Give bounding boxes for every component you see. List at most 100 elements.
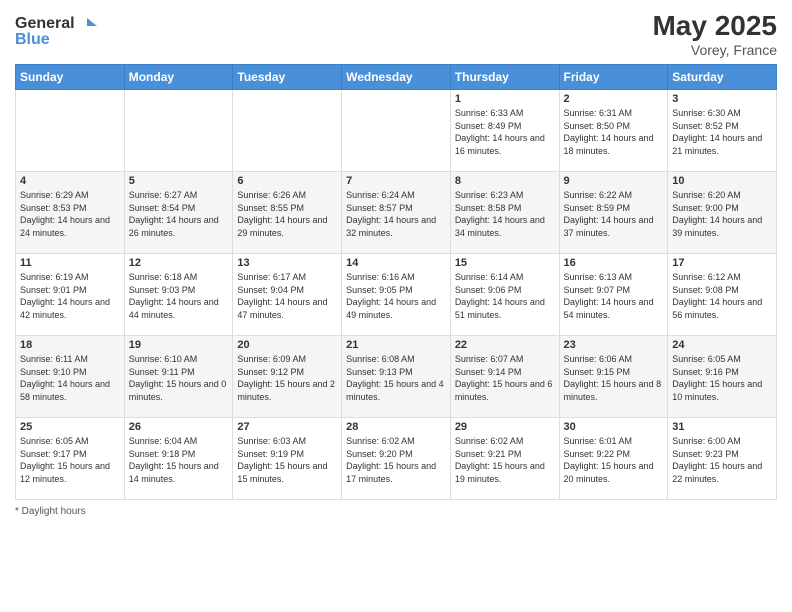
- day-info: Sunrise: 6:11 AM Sunset: 9:10 PM Dayligh…: [20, 353, 120, 403]
- cell-3-1: 19Sunrise: 6:10 AM Sunset: 9:11 PM Dayli…: [124, 336, 233, 418]
- cell-2-6: 17 Sunrise: 6:12 AM Sunset: 9:08 PM Dayli…: [668, 254, 777, 336]
- footer: * Daylight hours: [15, 506, 777, 517]
- day-number: 21: [346, 339, 446, 351]
- day-info: Sunrise: 6:29 AM Sunset: 8:53 PM Dayligh…: [20, 189, 120, 239]
- day-info: Sunrise: 6:24 AM Sunset: 8:57 PM Dayligh…: [346, 189, 446, 239]
- cell-4-5: 30 Sunrise: 6:01 AM Sunset: 9:22 PM Dayli…: [559, 418, 668, 500]
- day-number: 8: [455, 175, 555, 187]
- week-row-3: 11 Sunrise: 6:19 AM Sunset: 9:01 PM Dayli…: [16, 254, 777, 336]
- week-row-4: 18 Sunrise: 6:11 AM Sunset: 9:10 PM Dayli…: [16, 336, 777, 418]
- cell-0-6: 3 Sunrise: 6:30 AM Sunset: 8:52 PM Daylig…: [668, 90, 777, 172]
- col-header-thursday: Thursday: [450, 65, 559, 90]
- cell-1-2: 6 Sunrise: 6:26 AM Sunset: 8:55 PM Daylig…: [233, 172, 342, 254]
- day-number: 3: [672, 93, 772, 105]
- day-info: Sunrise: 6:01 AM Sunset: 9:22 PM Dayligh…: [564, 435, 664, 485]
- cell-4-6: 31 Sunrise: 6:00 AM Sunset: 9:23 PM Dayli…: [668, 418, 777, 500]
- cell-4-4: 29Sunrise: 6:02 AM Sunset: 9:21 PM Dayli…: [450, 418, 559, 500]
- day-number: 13: [237, 257, 337, 269]
- calendar-table: SundayMondayTuesdayWednesdayThursdayFrid…: [15, 64, 777, 500]
- col-header-tuesday: Tuesday: [233, 65, 342, 90]
- week-row-2: 4 Sunrise: 6:29 AM Sunset: 8:53 PM Daylig…: [16, 172, 777, 254]
- day-number: 27: [237, 421, 337, 433]
- svg-text:Blue: Blue: [15, 31, 50, 48]
- day-info: Sunrise: 6:09 AM Sunset: 9:12 PM Dayligh…: [237, 353, 337, 403]
- cell-3-3: 21 Sunrise: 6:08 AM Sunset: 9:13 PM Dayli…: [342, 336, 451, 418]
- day-info: Sunrise: 6:07 AM Sunset: 9:14 PM Dayligh…: [455, 353, 555, 403]
- day-info: Sunrise: 6:02 AM Sunset: 9:20 PM Dayligh…: [346, 435, 446, 485]
- cell-3-6: 24Sunrise: 6:05 AM Sunset: 9:16 PM Dayli…: [668, 336, 777, 418]
- cell-0-0: [16, 90, 125, 172]
- day-number: 23: [564, 339, 664, 351]
- cell-2-2: 13Sunrise: 6:17 AM Sunset: 9:04 PM Dayli…: [233, 254, 342, 336]
- day-info: Sunrise: 6:22 AM Sunset: 8:59 PM Dayligh…: [564, 189, 664, 239]
- cell-4-1: 26Sunrise: 6:04 AM Sunset: 9:18 PM Dayli…: [124, 418, 233, 500]
- cell-0-2: [233, 90, 342, 172]
- day-number: 30: [564, 421, 664, 433]
- cell-3-2: 20 Sunrise: 6:09 AM Sunset: 9:12 PM Dayli…: [233, 336, 342, 418]
- cell-0-1: [124, 90, 233, 172]
- header: General Blue May 2025 Vorey, France: [15, 10, 777, 58]
- cell-0-4: 1 Sunrise: 6:33 AM Sunset: 8:49 PM Daylig…: [450, 90, 559, 172]
- cell-2-0: 11 Sunrise: 6:19 AM Sunset: 9:01 PM Dayli…: [16, 254, 125, 336]
- day-number: 11: [20, 257, 120, 269]
- day-info: Sunrise: 6:23 AM Sunset: 8:58 PM Dayligh…: [455, 189, 555, 239]
- day-info: Sunrise: 6:02 AM Sunset: 9:21 PM Dayligh…: [455, 435, 555, 485]
- col-header-sunday: Sunday: [16, 65, 125, 90]
- day-number: 31: [672, 421, 772, 433]
- cell-2-1: 12Sunrise: 6:18 AM Sunset: 9:03 PM Dayli…: [124, 254, 233, 336]
- cell-1-3: 7 Sunrise: 6:24 AM Sunset: 8:57 PM Daylig…: [342, 172, 451, 254]
- day-number: 7: [346, 175, 446, 187]
- day-number: 4: [20, 175, 120, 187]
- day-info: Sunrise: 6:10 AM Sunset: 9:11 PM Dayligh…: [129, 353, 229, 403]
- day-info: Sunrise: 6:13 AM Sunset: 9:07 PM Dayligh…: [564, 271, 664, 321]
- page: General Blue May 2025 Vorey, France Sund…: [0, 0, 792, 612]
- cell-1-6: 10 Sunrise: 6:20 AM Sunset: 9:00 PM Dayli…: [668, 172, 777, 254]
- col-header-wednesday: Wednesday: [342, 65, 451, 90]
- logo-svg: General Blue: [15, 10, 105, 50]
- day-info: Sunrise: 6:08 AM Sunset: 9:13 PM Dayligh…: [346, 353, 446, 403]
- day-number: 28: [346, 421, 446, 433]
- day-info: Sunrise: 6:00 AM Sunset: 9:23 PM Dayligh…: [672, 435, 772, 485]
- day-number: 17: [672, 257, 772, 269]
- cell-3-5: 23 Sunrise: 6:06 AM Sunset: 9:15 PM Dayli…: [559, 336, 668, 418]
- day-info: Sunrise: 6:30 AM Sunset: 8:52 PM Dayligh…: [672, 107, 772, 157]
- day-info: Sunrise: 6:05 AM Sunset: 9:17 PM Dayligh…: [20, 435, 120, 485]
- location-subtitle: Vorey, France: [652, 42, 777, 58]
- day-info: Sunrise: 6:26 AM Sunset: 8:55 PM Dayligh…: [237, 189, 337, 239]
- day-number: 22: [455, 339, 555, 351]
- logo: General Blue: [15, 10, 105, 50]
- cell-4-3: 28 Sunrise: 6:02 AM Sunset: 9:20 PM Dayli…: [342, 418, 451, 500]
- calendar-header-row: SundayMondayTuesdayWednesdayThursdayFrid…: [16, 65, 777, 90]
- day-info: Sunrise: 6:12 AM Sunset: 9:08 PM Dayligh…: [672, 271, 772, 321]
- col-header-monday: Monday: [124, 65, 233, 90]
- day-number: 14: [346, 257, 446, 269]
- cell-2-5: 16Sunrise: 6:13 AM Sunset: 9:07 PM Dayli…: [559, 254, 668, 336]
- svg-text:General: General: [15, 15, 75, 32]
- cell-4-2: 27Sunrise: 6:03 AM Sunset: 9:19 PM Dayli…: [233, 418, 342, 500]
- col-header-friday: Friday: [559, 65, 668, 90]
- day-number: 1: [455, 93, 555, 105]
- cell-2-4: 15Sunrise: 6:14 AM Sunset: 9:06 PM Dayli…: [450, 254, 559, 336]
- day-info: Sunrise: 6:19 AM Sunset: 9:01 PM Dayligh…: [20, 271, 120, 321]
- day-info: Sunrise: 6:05 AM Sunset: 9:16 PM Dayligh…: [672, 353, 772, 403]
- day-number: 20: [237, 339, 337, 351]
- day-info: Sunrise: 6:16 AM Sunset: 9:05 PM Dayligh…: [346, 271, 446, 321]
- cell-4-0: 25Sunrise: 6:05 AM Sunset: 9:17 PM Dayli…: [16, 418, 125, 500]
- day-info: Sunrise: 6:33 AM Sunset: 8:49 PM Dayligh…: [455, 107, 555, 157]
- week-row-1: 1 Sunrise: 6:33 AM Sunset: 8:49 PM Daylig…: [16, 90, 777, 172]
- cell-3-0: 18 Sunrise: 6:11 AM Sunset: 9:10 PM Dayli…: [16, 336, 125, 418]
- cell-1-5: 9Sunrise: 6:22 AM Sunset: 8:59 PM Daylig…: [559, 172, 668, 254]
- cell-0-5: 2Sunrise: 6:31 AM Sunset: 8:50 PM Daylig…: [559, 90, 668, 172]
- cell-0-3: [342, 90, 451, 172]
- day-info: Sunrise: 6:18 AM Sunset: 9:03 PM Dayligh…: [129, 271, 229, 321]
- day-number: 6: [237, 175, 337, 187]
- cell-1-1: 5Sunrise: 6:27 AM Sunset: 8:54 PM Daylig…: [124, 172, 233, 254]
- day-info: Sunrise: 6:20 AM Sunset: 9:00 PM Dayligh…: [672, 189, 772, 239]
- cell-3-4: 22 Sunrise: 6:07 AM Sunset: 9:14 PM Dayli…: [450, 336, 559, 418]
- daylight-hours-label: Daylight hours: [22, 506, 86, 517]
- day-info: Sunrise: 6:06 AM Sunset: 9:15 PM Dayligh…: [564, 353, 664, 403]
- title-block: May 2025 Vorey, France: [652, 10, 777, 58]
- month-year-title: May 2025: [652, 10, 777, 42]
- day-number: 10: [672, 175, 772, 187]
- day-number: 18: [20, 339, 120, 351]
